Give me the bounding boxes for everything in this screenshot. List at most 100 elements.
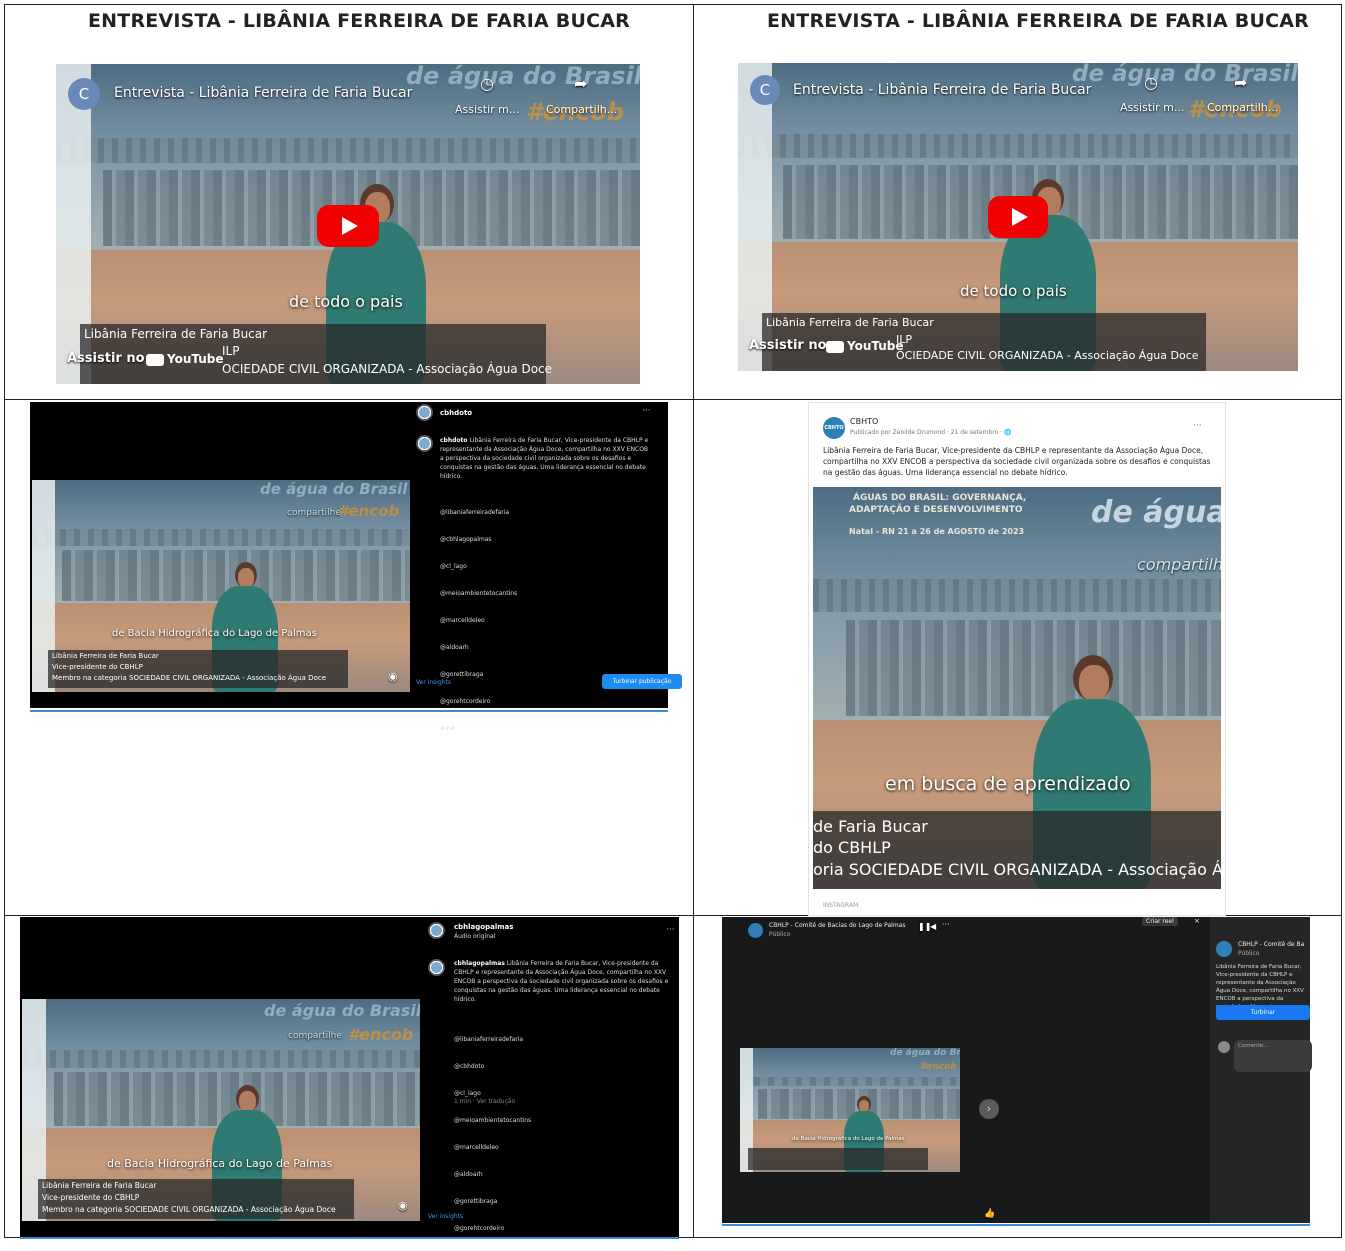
facebook-reel-video[interactable]: de água do Brasil #encob da Bacia Hidrog… <box>740 1048 960 1172</box>
caption-text: cbhdoto Libânia Ferreira de Faria Bucar,… <box>440 437 651 480</box>
instagram-side-panel-1: cbhdoto ··· cbhdoto Libânia Ferreira de … <box>410 402 682 732</box>
watch-on-label[interactable]: Assistir no <box>749 338 827 353</box>
tag-link[interactable]: @gorehtcordeiro <box>454 1224 669 1233</box>
tag-link[interactable]: @libaniaferreiradefaria <box>440 508 650 517</box>
page-logo[interactable] <box>748 923 763 938</box>
banner-title: de água do Brasil ! <box>260 480 410 498</box>
video-title[interactable]: Entrevista - Libânia Ferreira de Faria B… <box>114 85 412 101</box>
tag-link[interactable]: @aldoarh <box>440 643 650 652</box>
more-options-icon[interactable]: ··· <box>1193 421 1202 431</box>
lower-third-category: oria SOCIEDADE CIVIL ORGANIZADA - Associ… <box>813 860 1221 879</box>
video-subtitle: de Bacia Hidrográfica do Lago de Palmas <box>107 1157 333 1170</box>
comment-input[interactable]: Comente... <box>1234 1040 1312 1072</box>
share-button[interactable]: Compartilh... <box>546 103 617 116</box>
tag-link[interactable]: @cbhlagopalmas <box>440 535 650 544</box>
account-name[interactable]: cbhlagopalmas <box>454 923 513 931</box>
lower-third-name: de Faria Bucar <box>813 817 928 836</box>
tag-link[interactable]: @meioambientetocantins <box>440 589 650 598</box>
channel-avatar[interactable]: C <box>68 78 100 110</box>
video-title[interactable]: Entrevista - Libânia Ferreira de Faria B… <box>793 82 1091 98</box>
account-avatar[interactable] <box>416 404 433 421</box>
lower-third-role: Vice-presidente do CBHLP <box>42 1193 140 1202</box>
instagram-post-1: de água do Brasil ! compartilhe #encob d… <box>30 402 682 732</box>
banner-title: de água do Brasil <box>890 1048 960 1058</box>
view-insights-link[interactable]: Ver insights <box>428 1213 463 1220</box>
watch-later-button[interactable]: Assistir m... <box>1120 101 1184 114</box>
video-subtitle: em busca de aprendizado <box>885 773 1131 795</box>
boost-button[interactable]: Turbinar <box>1216 1005 1310 1020</box>
tag-link[interactable]: @gorehtcordeiro <box>440 697 650 706</box>
share-icon[interactable]: ➦ <box>574 74 587 93</box>
youtube-embed-right[interactable]: de água do Brasil ! #encob C Entrevista … <box>738 63 1298 371</box>
tag-link[interactable]: ### <box>440 724 650 733</box>
lower-third-category: Membro na categoria SOCIEDADE CIVIL ORGA… <box>42 1205 336 1214</box>
tag-link[interactable]: @meioambientetocantins <box>454 1116 669 1125</box>
banner-title: de água do Brasil ! <box>264 1001 420 1020</box>
tag-link[interactable]: @marcelldeleo <box>454 1143 669 1152</box>
play-button[interactable] <box>317 205 379 247</box>
tag-link[interactable]: @marcelldeleo <box>440 616 650 625</box>
video-subtitle: de Bacia Hidrográfica do Lago de Palmas <box>112 628 317 639</box>
create-reel-button[interactable]: Criar reel <box>1142 917 1178 926</box>
page-logo[interactable]: CBHTO <box>823 417 845 439</box>
play-button[interactable] <box>988 196 1048 238</box>
post-footer-source: INSTAGRAM <box>823 902 859 909</box>
lower-third-category: Membro na categoria SOCIEDADE CIVIL ORGA… <box>52 674 327 682</box>
scene-bridge <box>56 137 640 164</box>
clock-icon[interactable]: ◷ <box>1144 73 1158 92</box>
lower-third-name: Libânia Ferreira de Faria Bucar <box>766 316 934 329</box>
more-options-icon[interactable]: ··· <box>642 406 651 416</box>
account-name[interactable]: cbhdoto <box>440 409 472 417</box>
privacy-label: Público <box>769 931 791 938</box>
banner-share: compartilhe <box>287 508 341 518</box>
channel-avatar[interactable]: C <box>750 75 780 105</box>
banner-line-1: ÁGUAS DO BRASIL: GOVERNANÇA, <box>853 493 1027 503</box>
tag-link[interactable]: @cbhdoto <box>454 1062 669 1071</box>
instagram-side-panel-2: cbhlagopalmas Áudio original ··· cbhlago… <box>422 917 679 1237</box>
cell-heading-right: ENTREVISTA - LIBÂNIA FERREIRA DE FARIA B… <box>767 10 1309 32</box>
watch-on-label[interactable]: Assistir no <box>67 351 145 366</box>
watch-later-button[interactable]: Assistir m... <box>455 103 519 116</box>
youtube-logo[interactable]: YouTube <box>146 352 224 366</box>
caption-avatar <box>428 959 445 976</box>
instagram-video-1[interactable]: de água do Brasil ! compartilhe #encob d… <box>32 480 410 692</box>
page-name[interactable]: CBHLP - Comitê de Bacias do Lago de Palm… <box>769 922 906 929</box>
caption-tags: @libaniaferreiradefaria @cbhdoto @cl_lag… <box>454 1017 669 1251</box>
side-page-name[interactable]: CBHLP - Comitê de Ba <box>1238 941 1304 948</box>
tag-link[interactable]: @libaniaferreiradefaria <box>454 1035 669 1044</box>
share-button[interactable]: Compartilh... <box>1207 101 1278 114</box>
instagram-video-2[interactable]: de água do Brasil ! compartilhe #encob d… <box>22 999 420 1221</box>
mute-icon[interactable]: ◉ <box>388 670 398 683</box>
tag-link[interactable]: @gorettibraga <box>454 1197 669 1206</box>
scene-bridge <box>738 133 1298 159</box>
lower-third-name: Libânia Ferreira de Faria Bucar <box>52 652 159 660</box>
like-icon[interactable]: 👍 <box>984 1209 995 1219</box>
boost-post-button[interactable]: Turbinar publicação <box>602 674 682 689</box>
close-icon[interactable]: × <box>1194 917 1200 925</box>
share-icon[interactable]: ➦ <box>1234 73 1247 92</box>
instagram-post-2: de água do Brasil ! compartilhe #encob d… <box>20 917 679 1237</box>
view-insights-link[interactable]: Ver insights <box>416 679 451 686</box>
account-avatar[interactable] <box>428 922 445 939</box>
more-options-icon[interactable]: ··· <box>666 925 675 935</box>
facebook-video[interactable]: ÁGUAS DO BRASIL: GOVERNANÇA, ADAPTAÇÃO E… <box>813 487 1221 889</box>
caption-text: cbhlagopalmas Libânia Ferreira de Faria … <box>454 960 671 1003</box>
separator-line <box>722 1224 1310 1226</box>
audio-label[interactable]: Áudio original <box>454 932 495 941</box>
banner-hashtag: #encob <box>920 1062 957 1072</box>
youtube-logo[interactable]: YouTube <box>826 339 904 353</box>
tag-link[interactable]: @cl_lago <box>440 562 650 571</box>
lower-third-name: Libânia Ferreira de Faria Bucar <box>42 1181 157 1190</box>
more-options-icon[interactable]: ··· <box>942 920 950 929</box>
banner-share: compartilh <box>1137 555 1221 574</box>
tag-link[interactable]: @aldoarh <box>454 1170 669 1179</box>
globe-icon: 🌐 <box>1003 429 1012 436</box>
volume-icon[interactable]: ◀ <box>930 922 936 931</box>
video-subtitle: da Bacia Hidrográfica do Lago de Palmas <box>792 1136 905 1142</box>
next-arrow-icon[interactable]: › <box>979 1099 999 1119</box>
youtube-embed-left[interactable]: de água do Brasil ! #encob C Entrevista … <box>56 64 640 384</box>
clock-icon[interactable]: ◷ <box>480 74 494 93</box>
mute-icon[interactable]: ◉ <box>398 1199 408 1212</box>
side-page-logo[interactable] <box>1216 941 1232 957</box>
page-name[interactable]: CBHTO <box>850 417 878 426</box>
